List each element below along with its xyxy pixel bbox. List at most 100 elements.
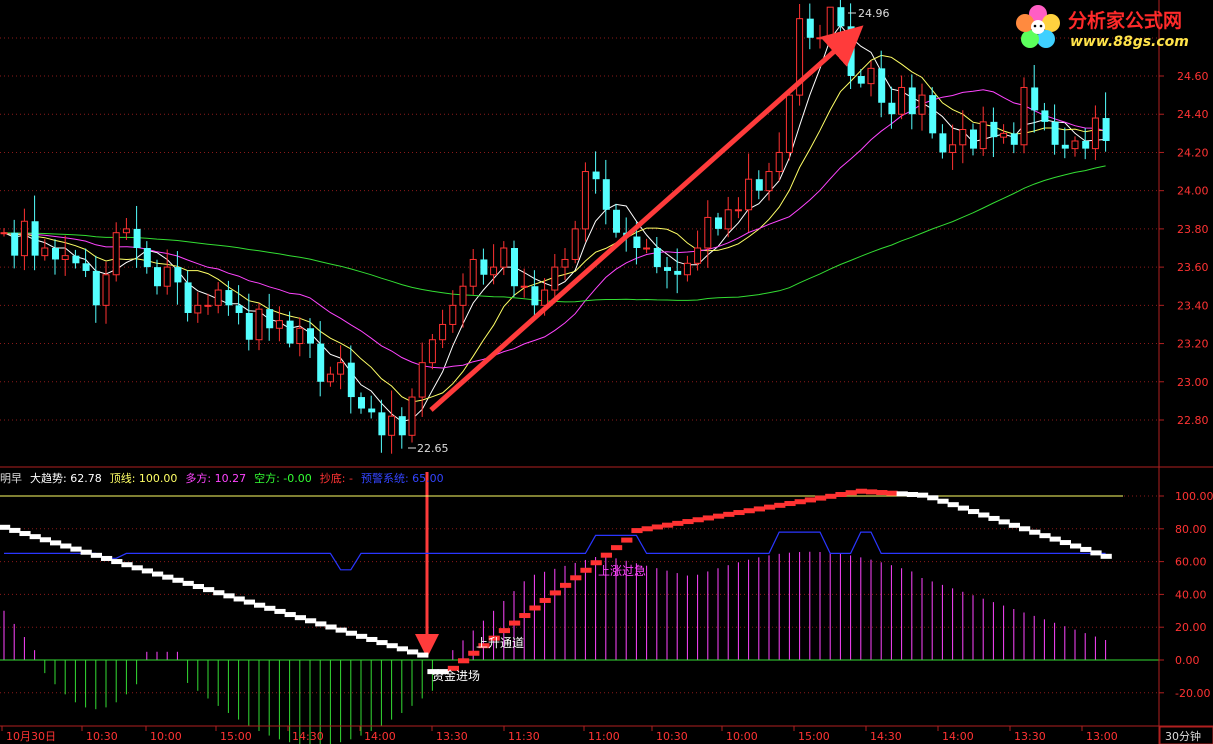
time-tick-label: 10月30日 <box>6 730 56 743</box>
trend-step <box>60 543 72 549</box>
price-tick-label: 24.00 <box>1177 185 1209 198</box>
indicator-header-item: 顶线: 100.00 <box>110 471 178 485</box>
period-label: 30分钟 <box>1165 729 1201 743</box>
trend-step <box>998 519 1010 525</box>
candle-body <box>480 259 488 275</box>
candlesticks <box>0 0 1110 454</box>
indicator-header-item: 空方: -0.00 <box>254 471 312 485</box>
candle-body <box>449 304 457 325</box>
warning-line <box>4 531 1106 571</box>
logo-title: 分析家公式网 <box>1068 10 1183 32</box>
trend-step <box>794 499 806 505</box>
trend-step <box>315 621 327 627</box>
site-logo[interactable]: 分析家公式网 www.88gs.com <box>1012 2 1212 54</box>
capital-in-label: 资金进场 <box>432 668 480 683</box>
candle-body <box>643 247 651 250</box>
candle-body <box>122 228 130 234</box>
candle-body <box>337 362 345 375</box>
price-tick-label: 24.20 <box>1177 146 1209 159</box>
trend-step <box>386 643 398 649</box>
trend-step <box>672 520 684 526</box>
trend-step <box>580 567 592 573</box>
trend-step <box>651 524 663 530</box>
trend-step <box>692 517 704 523</box>
candle-body <box>511 248 518 287</box>
trend-step <box>223 593 235 599</box>
trend-step <box>498 628 510 634</box>
trend-step <box>529 605 541 611</box>
time-tick-label: 13:30 <box>1014 730 1046 743</box>
trend-step <box>213 590 225 596</box>
trend-step <box>335 627 347 633</box>
candle-body <box>490 266 498 276</box>
candle-body <box>581 171 589 230</box>
candle-body <box>715 217 722 229</box>
trend-step <box>804 497 816 503</box>
candle-body <box>683 262 691 276</box>
candle-body <box>1051 121 1059 145</box>
trend-step <box>906 492 918 497</box>
trend-step <box>662 522 674 528</box>
trend-step <box>815 495 827 501</box>
rise-accel-label: 上涨过急 <box>598 563 646 578</box>
candle-body <box>929 95 937 134</box>
chart-labels: 24.96 22.65 资金进场 上升通道 上涨过急 明早 大趋势: 62.78 顶线: 10… <box>0 7 890 683</box>
candle-body <box>857 76 865 84</box>
trend-step <box>927 495 939 501</box>
time-tick-label: 15:00 <box>220 730 252 743</box>
time-tick-label: 14:00 <box>942 730 974 743</box>
trend-step <box>192 584 204 590</box>
candle-body <box>184 282 192 313</box>
candle-body <box>734 209 742 212</box>
candle-body <box>837 7 845 27</box>
price-tick-label: 23.40 <box>1177 299 1209 312</box>
price-tick-label: 24.60 <box>1177 70 1209 83</box>
trend-step <box>1090 550 1102 556</box>
trend-step <box>937 498 949 504</box>
candle-body <box>571 228 579 260</box>
trend-step <box>417 652 429 658</box>
candle-body <box>163 266 171 287</box>
candle-body <box>1061 144 1069 149</box>
candle-body <box>561 258 569 268</box>
indicator-tick-label: 20.00 <box>1175 621 1207 634</box>
candle-body <box>408 396 416 436</box>
candle-body <box>1071 140 1079 150</box>
ma5-line <box>3 24 1106 423</box>
candle-body <box>785 94 793 153</box>
moving-average-lines <box>3 24 1106 423</box>
time-tick-label: 10:30 <box>86 730 118 743</box>
candle-body <box>214 289 222 306</box>
trend-step <box>29 534 41 540</box>
candle-body <box>1041 110 1049 122</box>
candle-body <box>92 270 100 306</box>
candle-body <box>745 178 753 211</box>
candle-body <box>296 327 304 345</box>
trend-step <box>519 613 531 619</box>
candle-body <box>704 216 712 249</box>
time-tick-label: 11:30 <box>508 730 540 743</box>
trend-step <box>0 524 11 530</box>
trend-step <box>162 574 174 580</box>
candle-body <box>1010 133 1018 145</box>
indicator-header-item: 多方: 10.27 <box>185 471 246 485</box>
candle-body <box>867 67 875 85</box>
time-tick-label: 11:00 <box>588 730 620 743</box>
candle-body <box>154 267 161 287</box>
candle-body <box>61 255 69 260</box>
trend-step <box>539 597 551 603</box>
candle-body <box>439 323 447 341</box>
trend-step <box>774 502 786 508</box>
trend-step <box>743 508 755 514</box>
price-tick-label: 23.80 <box>1177 223 1209 236</box>
price-tick-label: 24.40 <box>1177 108 1209 121</box>
candle-body <box>82 263 90 271</box>
candle-body <box>286 320 294 344</box>
indicator-header-item: 抄底: - <box>320 471 353 485</box>
trend-step <box>294 615 306 621</box>
trend-step <box>631 528 643 534</box>
candle-body <box>174 267 182 283</box>
candle-body <box>368 408 376 413</box>
trend-step <box>1008 522 1020 528</box>
candle-body <box>990 121 998 138</box>
